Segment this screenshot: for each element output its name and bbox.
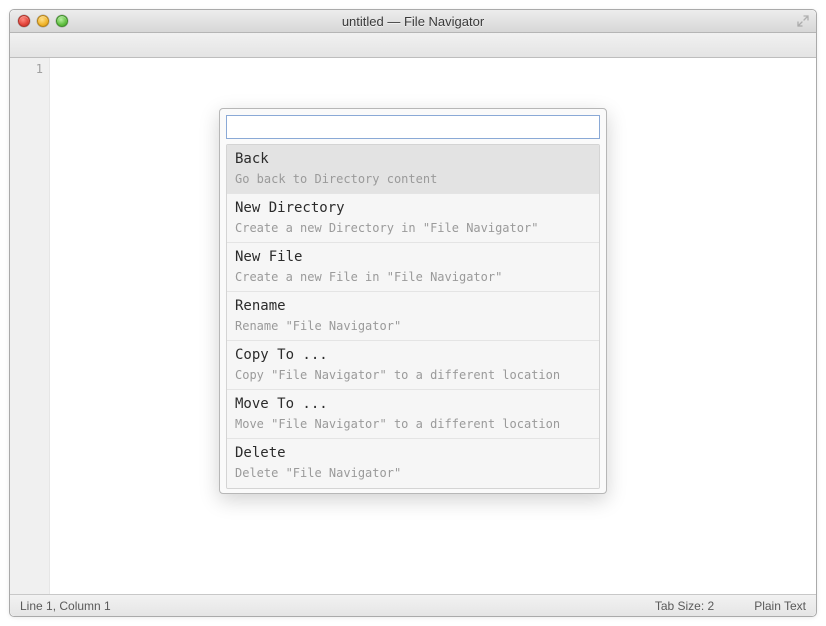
line-gutter: 1 [10, 58, 50, 594]
minimize-window-button[interactable] [37, 15, 49, 27]
command-palette-item[interactable]: Rename Rename "File Navigator" [227, 291, 599, 340]
window-title: untitled — File Navigator [10, 14, 816, 29]
command-palette-item-desc: Create a new File in "File Navigator" [235, 269, 591, 285]
status-syntax[interactable]: Plain Text [754, 599, 806, 613]
command-palette-item[interactable]: New File Create a new File in "File Navig… [227, 242, 599, 291]
command-palette-item-desc: Copy "File Navigator" to a different loc… [235, 367, 591, 383]
statusbar: Line 1, Column 1 Tab Size: 2 Plain Text [10, 594, 816, 616]
command-palette-item[interactable]: Delete Delete "File Navigator" [227, 438, 599, 487]
fullscreen-icon[interactable] [796, 14, 810, 28]
command-palette-item-title: Rename [235, 297, 591, 316]
command-palette-item-title: Back [235, 150, 591, 169]
close-window-button[interactable] [18, 15, 30, 27]
command-palette-item[interactable]: Back Go back to Directory content [227, 145, 599, 193]
command-palette-item-desc: Rename "File Navigator" [235, 318, 591, 334]
toolbar [10, 33, 816, 58]
command-palette-item-desc: Delete "File Navigator" [235, 465, 591, 481]
line-number: 1 [10, 62, 43, 76]
command-palette-item-desc: Go back to Directory content [235, 171, 591, 187]
window-controls [18, 15, 68, 27]
zoom-window-button[interactable] [56, 15, 68, 27]
status-position[interactable]: Line 1, Column 1 [20, 599, 111, 613]
editor-body: 1 Back Go back to Directory content New Di… [10, 58, 816, 594]
command-palette-item-title: Copy To ... [235, 346, 591, 365]
command-palette-item-title: Delete [235, 444, 591, 463]
command-palette-list: Back Go back to Directory content New Dire… [226, 144, 600, 489]
command-palette-item-desc: Move "File Navigator" to a different loc… [235, 416, 591, 432]
command-palette-item-desc: Create a new Directory in "File Navigato… [235, 220, 591, 236]
command-palette-item-title: Move To ... [235, 395, 591, 414]
command-palette-item[interactable]: New Directory Create a new Directory in "… [227, 193, 599, 242]
command-palette-item[interactable]: Copy To ... Copy "File Navigator" to a di… [227, 340, 599, 389]
command-palette-input[interactable] [226, 115, 600, 139]
command-palette-item[interactable]: Move To ... Move "File Navigator" to a di… [227, 389, 599, 438]
status-tab-size[interactable]: Tab Size: 2 [655, 599, 714, 613]
app-window: untitled — File Navigator 1 Back Go back … [9, 9, 817, 617]
command-palette-item-title: New File [235, 248, 591, 267]
titlebar: untitled — File Navigator [10, 10, 816, 33]
command-palette-item-title: New Directory [235, 199, 591, 218]
command-palette: Back Go back to Directory content New Dire… [219, 108, 607, 494]
